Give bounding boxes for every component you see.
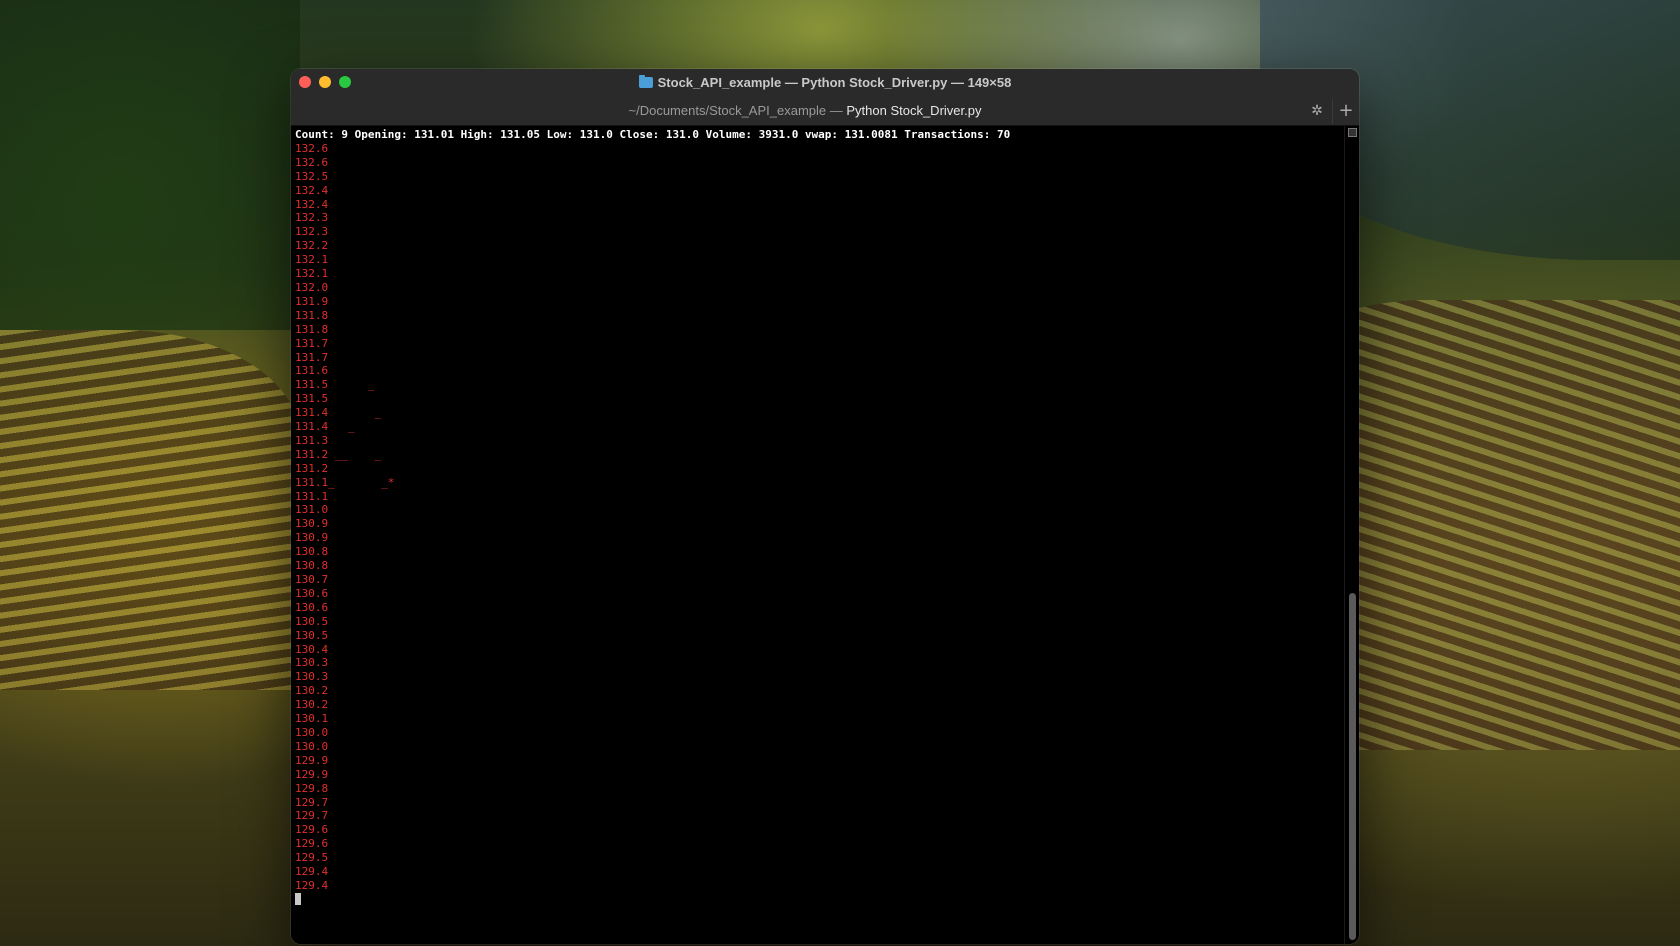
terminal-line: 129.6	[295, 837, 329, 851]
terminal-line: 132.4	[295, 197, 329, 211]
tab-process-name: Python Stock_Driver.py	[846, 103, 982, 118]
terminal-line: 132.3	[295, 225, 329, 239]
terminal-line: 129.4	[295, 878, 329, 892]
terminal-line: 131.5 _	[295, 378, 375, 392]
terminal-line: 132.5	[295, 169, 329, 183]
terminal-line: 132.1	[295, 267, 329, 281]
terminal-line: 131.8	[295, 308, 329, 322]
terminal-line: 129.9	[295, 767, 329, 781]
summary-line: Count: 9 Opening: 131.01 High: 131.05 Lo…	[295, 128, 1011, 141]
new-tab-button[interactable]: +	[1332, 99, 1359, 124]
terminal-line: 131.1	[295, 489, 329, 503]
scrollbar-thumb[interactable]	[1349, 593, 1356, 940]
terminal-line: 130.0	[295, 739, 329, 753]
activity-spinner-icon: ✲	[1311, 103, 1323, 119]
terminal-line: 130.0	[295, 725, 329, 739]
terminal-line: 132.2	[295, 239, 329, 253]
terminal-line: 130.8	[295, 559, 329, 573]
terminal-line: 131.2 __ _	[295, 447, 382, 461]
scrollbar[interactable]	[1344, 126, 1359, 944]
terminal-line: 132.3	[295, 211, 329, 225]
terminal-line: 129.9	[295, 753, 329, 767]
terminal-line: 131.5	[295, 392, 329, 406]
desktop-wallpaper-forest	[0, 0, 300, 330]
terminal-line: 131.6	[295, 364, 329, 378]
terminal-line: 131.4 _	[295, 420, 355, 434]
terminal-line: 129.4	[295, 865, 329, 879]
terminal-line: 130.9	[295, 517, 329, 531]
terminal-cursor	[295, 892, 301, 905]
terminal-line: 131.3	[295, 433, 329, 447]
terminal-line: 132.1	[295, 253, 329, 267]
terminal-line: 131.7	[295, 336, 329, 350]
terminal-window: Stock_API_example — Python Stock_Driver.…	[291, 69, 1359, 944]
terminal-line: 129.5	[295, 851, 329, 865]
terminal-line: 129.6	[295, 823, 329, 837]
terminal-line: 131.0	[295, 503, 329, 517]
terminal-line: 130.3	[295, 656, 329, 670]
tab-path: ~/Documents/Stock_API_example —	[628, 103, 847, 118]
terminal-line: 131.7	[295, 350, 329, 364]
terminal-line: 132.4	[295, 183, 329, 197]
terminal-line: 131.2	[295, 461, 329, 475]
title-bar[interactable]: Stock_API_example — Python Stock_Driver.…	[291, 69, 1359, 126]
terminal-line: 132.0	[295, 280, 329, 294]
terminal-line: 131.4 _	[295, 406, 382, 420]
terminal-line: 130.1	[295, 712, 329, 726]
terminal-line: 130.5	[295, 628, 329, 642]
terminal-line: 132.6	[295, 141, 329, 155]
terminal-line: 130.6	[295, 600, 329, 614]
terminal-line: 130.9	[295, 531, 329, 545]
terminal-line: 130.6	[295, 586, 329, 600]
terminal-line: 130.7	[295, 573, 329, 586]
terminal-line: 131.9	[295, 294, 329, 308]
terminal-line: 129.8	[295, 781, 329, 795]
terminal-line: 129.7	[295, 795, 329, 809]
scroll-marker-icon	[1348, 128, 1357, 137]
terminal-line: 130.5	[295, 614, 329, 628]
terminal-line: 130.3	[295, 670, 329, 684]
window-title: Stock_API_example — Python Stock_Driver.…	[657, 75, 1012, 90]
folder-icon	[638, 75, 653, 88]
price-chart-lines: 132.6 132.6 132.5 132.4 132.4 132.3 132.3 132.2…	[295, 142, 1341, 893]
terminal-output[interactable]: Count: 9 Opening: 131.01 High: 131.05 Lo…	[291, 126, 1345, 944]
desktop-wallpaper-vineyard-left	[0, 330, 300, 690]
terminal-line: 131.1_ _*	[295, 475, 395, 489]
terminal-line: 129.7	[295, 809, 329, 823]
window-title-row: Stock_API_example — Python Stock_Driver.…	[291, 75, 1359, 90]
terminal-line: 130.4	[295, 642, 329, 656]
terminal-line: 130.2	[295, 684, 329, 698]
terminal-line: 130.8	[295, 545, 329, 559]
terminal-line: 132.6	[295, 155, 329, 169]
terminal-line: 130.2	[295, 698, 329, 712]
terminal-line: 131.8	[295, 322, 329, 336]
tab-title[interactable]: ~/Documents/Stock_API_example — Python S…	[291, 103, 1319, 118]
